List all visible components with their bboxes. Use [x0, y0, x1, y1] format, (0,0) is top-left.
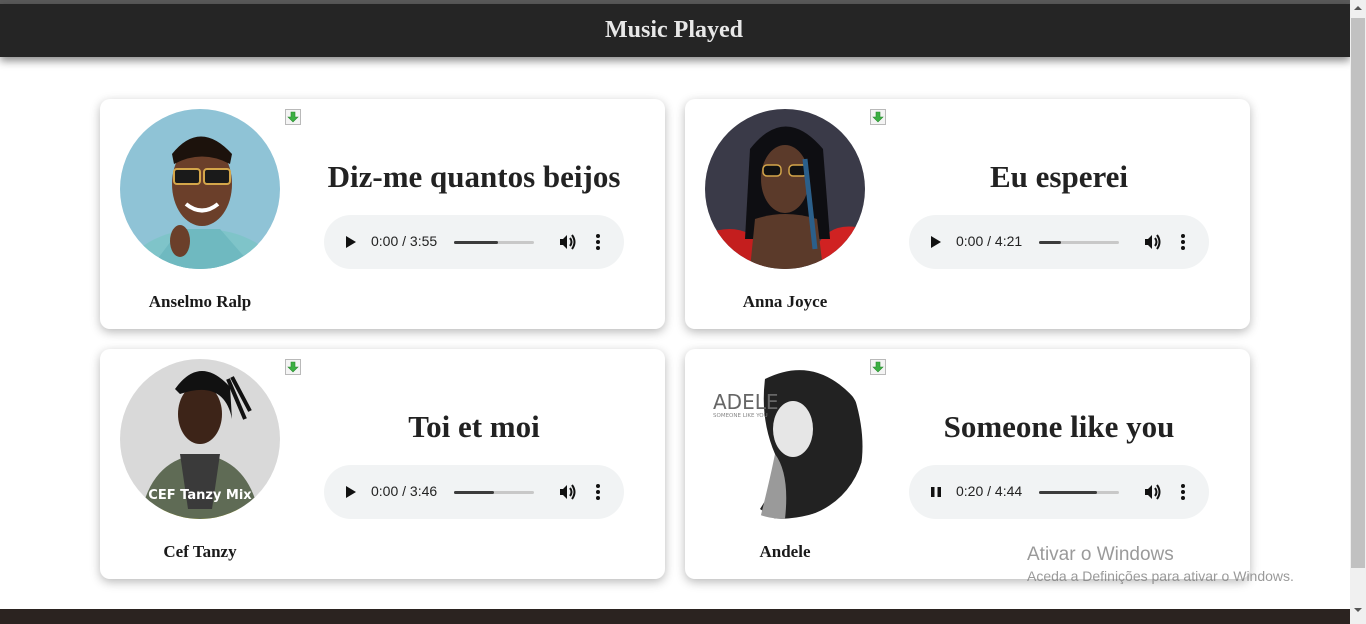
- time-display: 0:00 / 3:46: [371, 483, 438, 499]
- seek-bar[interactable]: [1039, 241, 1119, 244]
- more-options-icon[interactable]: [594, 482, 602, 502]
- song-title: Toi et moi: [408, 409, 540, 444]
- artist-photo: CEF Tanzy Mix: [120, 359, 280, 519]
- download-icon[interactable]: [870, 359, 886, 375]
- artist-name: Andele: [759, 542, 811, 561]
- artist-name: Anna Joyce: [742, 292, 828, 311]
- song-title: Diz-me quantos beijos: [327, 159, 621, 194]
- seek-bar[interactable]: [454, 241, 534, 244]
- play-icon[interactable]: [344, 234, 358, 250]
- more-options-icon[interactable]: [1179, 482, 1187, 502]
- artist-name: Anselmo Ralp: [148, 292, 252, 311]
- seek-bar[interactable]: [1039, 491, 1119, 494]
- seek-progress: [1039, 241, 1061, 244]
- cover-subtext: SOMEONE LIKE YOU: [713, 413, 768, 419]
- more-options-icon[interactable]: [594, 232, 602, 252]
- scroll-up-arrow-icon[interactable]: [1353, 4, 1363, 12]
- artist-photo: ADELE SOMEONE LIKE YOU: [705, 359, 865, 519]
- time-display: 0:20 / 4:44: [956, 483, 1023, 499]
- time-display: 0:00 / 3:55: [371, 233, 438, 249]
- page-title: Music Played: [605, 17, 743, 43]
- volume-icon[interactable]: [1142, 482, 1162, 502]
- song-title: Eu esperei: [989, 159, 1129, 194]
- download-icon[interactable]: [285, 359, 301, 375]
- volume-icon[interactable]: [1142, 232, 1162, 252]
- seek-progress: [1039, 491, 1097, 494]
- page-footer: [0, 609, 1350, 624]
- page-header: Music Played: [0, 4, 1350, 57]
- song-card: Anselmo Ralp Diz-me quantos beijos 0:00 …: [100, 99, 665, 329]
- artist-photo: [120, 109, 280, 269]
- seek-progress: [454, 491, 494, 494]
- artist-photo: [705, 109, 865, 269]
- windows-activation-watermark: Ativar o Windows Aceda a Definições para…: [1027, 544, 1294, 584]
- seek-progress: [454, 241, 498, 244]
- audio-player[interactable]: 0:00 / 4:21: [909, 215, 1209, 269]
- scrollbar-thumb[interactable]: [1351, 18, 1365, 568]
- watermark-title: Ativar o Windows: [1027, 544, 1174, 565]
- volume-icon[interactable]: [557, 482, 577, 502]
- audio-player[interactable]: 0:00 / 3:55: [324, 215, 624, 269]
- scroll-down-arrow-icon[interactable]: [1353, 606, 1363, 614]
- more-options-icon[interactable]: [1179, 232, 1187, 252]
- time-display: 0:00 / 4:21: [956, 233, 1023, 249]
- audio-player[interactable]: 0:00 / 3:46: [324, 465, 624, 519]
- play-icon[interactable]: [344, 484, 358, 500]
- song-card: CEF Tanzy Mix Cef Tanzy Toi et moi 0:00 …: [100, 349, 665, 579]
- pause-icon[interactable]: [929, 484, 943, 500]
- song-card: Anna Joyce Eu esperei 0:00 / 4:21: [685, 99, 1250, 329]
- artist-name: Cef Tanzy: [163, 542, 237, 561]
- cover-text: ADELE: [713, 390, 779, 414]
- audio-player[interactable]: 0:20 / 4:44: [909, 465, 1209, 519]
- volume-icon[interactable]: [557, 232, 577, 252]
- download-icon[interactable]: [870, 109, 886, 125]
- song-title: Someone like you: [943, 409, 1175, 444]
- seek-bar[interactable]: [454, 491, 534, 494]
- watermark-subtitle: Aceda a Definições para ativar o Windows…: [1027, 568, 1294, 584]
- play-icon[interactable]: [929, 234, 943, 250]
- download-icon[interactable]: [285, 109, 301, 125]
- cover-text: CEF Tanzy Mix: [148, 488, 252, 503]
